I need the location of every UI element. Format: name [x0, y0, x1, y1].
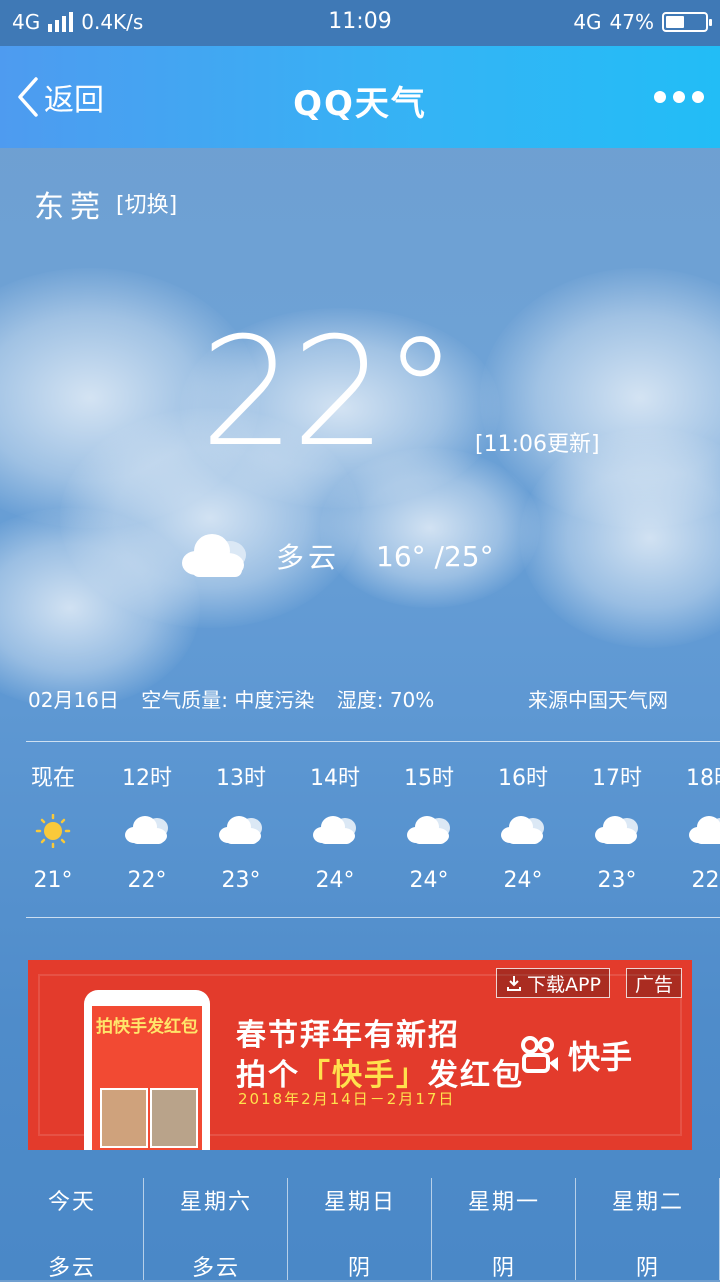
ad-photo	[100, 1088, 148, 1148]
hour-label: 18时	[686, 766, 720, 791]
data-source: 来源中国天气网	[528, 688, 668, 712]
daily-item: 星期六 多云	[144, 1178, 288, 1281]
daily-item: 星期二阴	[576, 1178, 720, 1281]
chevron-left-icon	[18, 77, 38, 117]
hour-label: 17时	[592, 766, 642, 791]
air-quality: 空气质量: 中度污染	[141, 688, 315, 712]
hour-temperature: 23°	[221, 868, 261, 893]
switch-city-link[interactable]: [切换]	[116, 187, 177, 219]
day-condition: 多云	[47, 1256, 96, 1281]
cloud-icon	[125, 816, 168, 844]
humidity: 湿度: 70%	[336, 688, 435, 712]
dot-icon	[692, 91, 704, 103]
hour-temperature: 22°	[127, 868, 167, 893]
hourly-item: 17时 23°	[570, 742, 664, 893]
cloud-icon	[595, 816, 638, 844]
ad-photo	[150, 1088, 198, 1148]
daily-item: 星期一阴	[432, 1178, 576, 1281]
day-name: 今天	[47, 1190, 96, 1215]
day-name: 星期日	[323, 1190, 396, 1215]
hour-label: 现在	[30, 766, 75, 791]
hour-temperature: 23°	[597, 868, 637, 893]
day-condition: 阴	[635, 1256, 660, 1281]
hour-label: 14时	[310, 766, 360, 791]
current-temperature: 22°	[200, 306, 458, 480]
hourly-item: 现在 21°	[6, 742, 100, 893]
day-condition: 阴	[491, 1256, 516, 1281]
sun-icon	[35, 814, 71, 848]
ad-banner[interactable]: 拍快手发红包 下载APP 广告 春节拜年有新招 拍个「快手」发红包 2018年2…	[28, 960, 692, 1150]
cloud-icon	[219, 816, 262, 844]
hour-label: 13时	[216, 766, 266, 791]
city-name: 东莞	[34, 190, 106, 225]
battery-fill	[666, 16, 684, 28]
hour-label: 16时	[498, 766, 548, 791]
hour-label: 12时	[122, 766, 172, 791]
dot-icon	[654, 91, 666, 103]
hour-temperature: 21°	[33, 868, 73, 893]
ad-brand: 快手	[518, 1032, 632, 1078]
hourly-item: 18时 22°	[664, 742, 720, 893]
ad-headline: 春节拜年有新招	[236, 1018, 460, 1053]
day-name: 星期一	[467, 1190, 540, 1215]
cloud-icon	[313, 816, 356, 844]
hour-temperature: 24°	[409, 868, 449, 893]
download-app-button[interactable]: 下载APP	[496, 968, 610, 998]
status-bar: 4G 0.4K/s 11:09 4G 47%	[0, 0, 720, 46]
day-condition: 阴	[347, 1256, 372, 1281]
hour-temperature: 24°	[315, 868, 355, 893]
cloud-icon	[689, 816, 720, 844]
day-condition: 多云	[191, 1256, 240, 1281]
page-title: QQ天气	[293, 84, 427, 124]
hour-temperature: 22°	[691, 868, 720, 893]
hour-temperature: 24°	[503, 868, 543, 893]
hourly-item: 13时 23°	[194, 742, 288, 893]
hour-label: 15时	[404, 766, 454, 791]
ad-brand-name: 快手	[568, 1038, 633, 1076]
back-label: 返回	[44, 83, 104, 118]
daily-item: 今天 多云	[0, 1178, 144, 1281]
back-button[interactable]: 返回	[14, 74, 104, 120]
info-line: 02月16日 空气质量: 中度污染 湿度: 70% 来源中国天气网	[28, 684, 668, 713]
current-condition: 多云 16° /25°	[178, 528, 494, 584]
dot-icon	[673, 91, 685, 103]
ad-phone-title: 拍快手发红包	[96, 1017, 198, 1037]
date: 02月16日	[28, 688, 119, 712]
ad-phone-image: 拍快手发红包	[84, 990, 210, 1150]
download-label: 下载APP	[527, 973, 601, 996]
download-icon	[507, 976, 521, 991]
ad-date-range: 2018年2月14日－2月17日	[238, 1090, 456, 1108]
ad-tag: 广告	[626, 968, 683, 998]
temperature-range: 16° /25°	[376, 539, 494, 573]
update-time: [11:06更新]	[475, 432, 600, 457]
divider	[26, 917, 720, 918]
more-options-button[interactable]	[654, 84, 704, 110]
hourly-item: 12时 22°	[100, 742, 194, 893]
daily-item: 星期日阴	[288, 1178, 432, 1281]
condition-text: 多云	[276, 541, 341, 574]
kuaishou-logo-icon	[521, 1036, 558, 1073]
hourly-item: 16时 24°	[476, 742, 570, 893]
cloud-icon	[501, 816, 544, 844]
hourly-item: 15时 24°	[382, 742, 476, 893]
battery-icon	[662, 12, 712, 32]
hourly-forecast[interactable]: 现在 21° 12时 22° 13时 23° 14时 24° 15时 24° 16时 24° 17时 23…	[0, 742, 720, 917]
day-name: 星期六	[179, 1190, 252, 1215]
daily-forecast: 今天 多云 星期六 多云 星期日阴星期一阴星期二阴	[0, 1178, 720, 1281]
hourly-item: 14时 24°	[288, 742, 382, 893]
cloud-icon	[407, 816, 450, 844]
day-name: 星期二	[611, 1190, 684, 1215]
network-type-right: 4G	[573, 10, 602, 34]
battery-percent: 47%	[609, 10, 654, 34]
cloud-icon	[182, 534, 246, 577]
title-bar: 返回 QQ天气	[0, 46, 720, 148]
